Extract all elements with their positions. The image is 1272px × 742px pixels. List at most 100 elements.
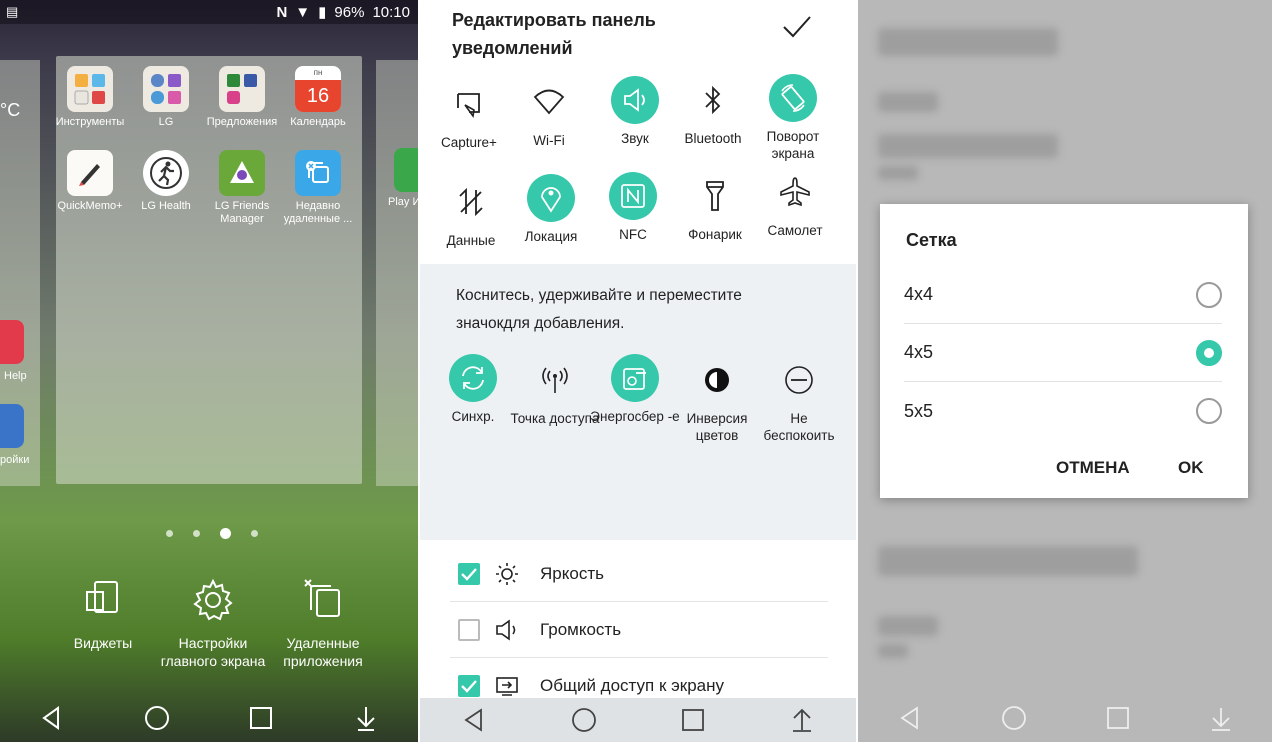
recent-apps-icon[interactable] — [680, 707, 706, 733]
app-offers-folder[interactable]: Предложения — [204, 66, 280, 129]
tile-capture[interactable]: Capture+ — [424, 80, 514, 151]
folder-lg-icon — [143, 66, 189, 112]
tile-sync[interactable]: Синхр. — [428, 354, 518, 425]
tile-do-not-disturb[interactable]: Не беспокоить — [754, 356, 844, 444]
tile-wifi[interactable]: Wi-Fi — [504, 78, 594, 149]
app-tools-folder[interactable]: Инструменты — [52, 66, 128, 129]
tile-invert-colors[interactable]: Инверсия цветов — [672, 356, 762, 444]
clock: 10:10 — [372, 3, 410, 21]
app-calendar[interactable]: пн 16 Календарь — [280, 66, 356, 129]
grid-option-4x5[interactable]: 4x5 — [904, 324, 1222, 382]
tile-label: Bluetooth — [684, 131, 742, 146]
tile-label: Не беспокоить — [763, 411, 835, 443]
settings-app-icon[interactable] — [0, 404, 24, 448]
app-quickmemo[interactable]: QuickMemo+ — [52, 150, 128, 213]
back-icon[interactable] — [38, 704, 66, 732]
page-dot[interactable] — [251, 530, 258, 537]
back-icon[interactable] — [897, 705, 923, 731]
tile-label: Локация — [524, 229, 578, 244]
tile-label: Точка доступа — [510, 411, 600, 426]
app-lg-friends[interactable]: LG Friends Manager — [204, 150, 280, 226]
home-settings-button[interactable]: Настройки главного экрана — [158, 578, 268, 670]
app-lg-folder[interactable]: LG — [128, 66, 204, 129]
help-app-icon[interactable] — [0, 320, 24, 364]
tile-label: NFC — [619, 227, 647, 242]
grid-dialog: Сетка 4x4 4x5 5x5 ОТМЕНА OK — [880, 204, 1248, 498]
battery-icon: ▮ — [318, 4, 327, 21]
radio-button[interactable] — [1196, 281, 1222, 308]
home-icon[interactable] — [143, 704, 171, 732]
blurred-text — [878, 644, 908, 658]
tile-label: Фонарик — [688, 227, 742, 242]
tile-battery-saver[interactable]: Энергосбер -е — [590, 354, 680, 425]
bluetooth-icon — [689, 76, 737, 124]
volume-checkbox[interactable] — [458, 618, 480, 641]
radio-button[interactable] — [1196, 398, 1222, 424]
row-volume[interactable]: Громкость — [450, 602, 828, 658]
widgets-button[interactable]: Виджеты — [48, 578, 158, 652]
page-dot-active[interactable] — [220, 528, 231, 539]
wifi-icon — [525, 78, 573, 126]
tile-sound[interactable]: Звук — [590, 76, 680, 147]
widgets-label: Виджеты — [73, 635, 133, 651]
home-icon[interactable] — [570, 706, 598, 734]
wifi-status-icon: ▼ — [295, 3, 311, 21]
notifications-pull-icon[interactable] — [352, 704, 380, 732]
tile-rotate[interactable]: Поворот экрана — [748, 74, 838, 162]
weather-temp: °C — [0, 100, 21, 120]
notifications-pull-icon[interactable] — [789, 706, 815, 734]
capture-icon — [445, 80, 493, 128]
grid-option-5x5[interactable]: 5x5 — [904, 382, 1222, 440]
blurred-text — [878, 166, 918, 180]
row-brightness[interactable]: Яркость — [450, 546, 828, 602]
back-icon[interactable] — [461, 707, 487, 733]
app-label: QuickMemo+ — [57, 200, 123, 212]
page-dot[interactable] — [193, 530, 200, 537]
navigation-bar — [420, 698, 856, 742]
page-indicator[interactable] — [166, 528, 258, 539]
calendar-icon: пн 16 — [295, 66, 341, 112]
previous-screen-preview[interactable]: °C Help ройки — [0, 60, 40, 486]
tile-nfc[interactable]: NFC — [588, 172, 678, 243]
lg-friends-icon — [219, 150, 265, 196]
tile-label: Синхр. — [451, 409, 495, 424]
flashlight-icon — [691, 172, 739, 220]
screen-share-checkbox[interactable] — [458, 675, 480, 697]
blurred-header — [878, 28, 1058, 56]
deleted-apps-label: Удаленные приложения — [283, 635, 363, 669]
sync-icon — [449, 354, 497, 402]
recent-apps-icon[interactable] — [247, 704, 275, 732]
ok-button[interactable]: OK — [1178, 458, 1204, 478]
recent-apps-icon[interactable] — [1105, 705, 1131, 731]
notification-panel-editor: Редактировать панель уведомлений Capture… — [420, 0, 856, 742]
app-recently-deleted[interactable]: Недавно удаленные ... — [280, 150, 356, 226]
app-label: LG — [158, 116, 174, 128]
tile-location[interactable]: Локация — [506, 174, 596, 245]
blurred-text — [878, 92, 938, 112]
confirm-check-icon[interactable] — [782, 14, 812, 40]
play-app-icon[interactable] — [394, 148, 418, 192]
settings-with-grid-dialog: Сетка 4x4 4x5 5x5 ОТМЕНА OK — [858, 0, 1272, 742]
brightness-checkbox[interactable] — [458, 562, 480, 585]
grid-option-4x4[interactable]: 4x4 — [904, 266, 1222, 324]
pen-icon — [67, 150, 113, 196]
next-screen-preview[interactable]: Play И — [376, 60, 418, 486]
deleted-apps-button[interactable]: Удаленные приложения — [268, 578, 378, 670]
recently-deleted-icon — [295, 150, 341, 196]
folder-offers-icon — [219, 66, 265, 112]
radio-button-selected[interactable] — [1196, 339, 1222, 366]
calendar-date: 16 — [295, 80, 341, 112]
data-icon — [447, 178, 495, 226]
notifications-pull-icon[interactable] — [1208, 704, 1234, 732]
tile-bluetooth[interactable]: Bluetooth — [668, 76, 758, 147]
play-app-label: Play И — [388, 196, 418, 208]
home-icon[interactable] — [1000, 704, 1028, 732]
cancel-button[interactable]: ОТМЕНА — [1056, 458, 1130, 478]
tile-airplane[interactable]: Самолет — [750, 168, 840, 239]
page-dot[interactable] — [166, 530, 173, 537]
battery-percent: 96% — [334, 3, 365, 21]
app-lg-health[interactable]: LG Health — [128, 150, 204, 213]
tile-flashlight[interactable]: Фонарик — [670, 172, 760, 243]
tile-hotspot[interactable]: Точка доступа — [510, 356, 600, 427]
tile-data[interactable]: Данные — [426, 178, 516, 249]
